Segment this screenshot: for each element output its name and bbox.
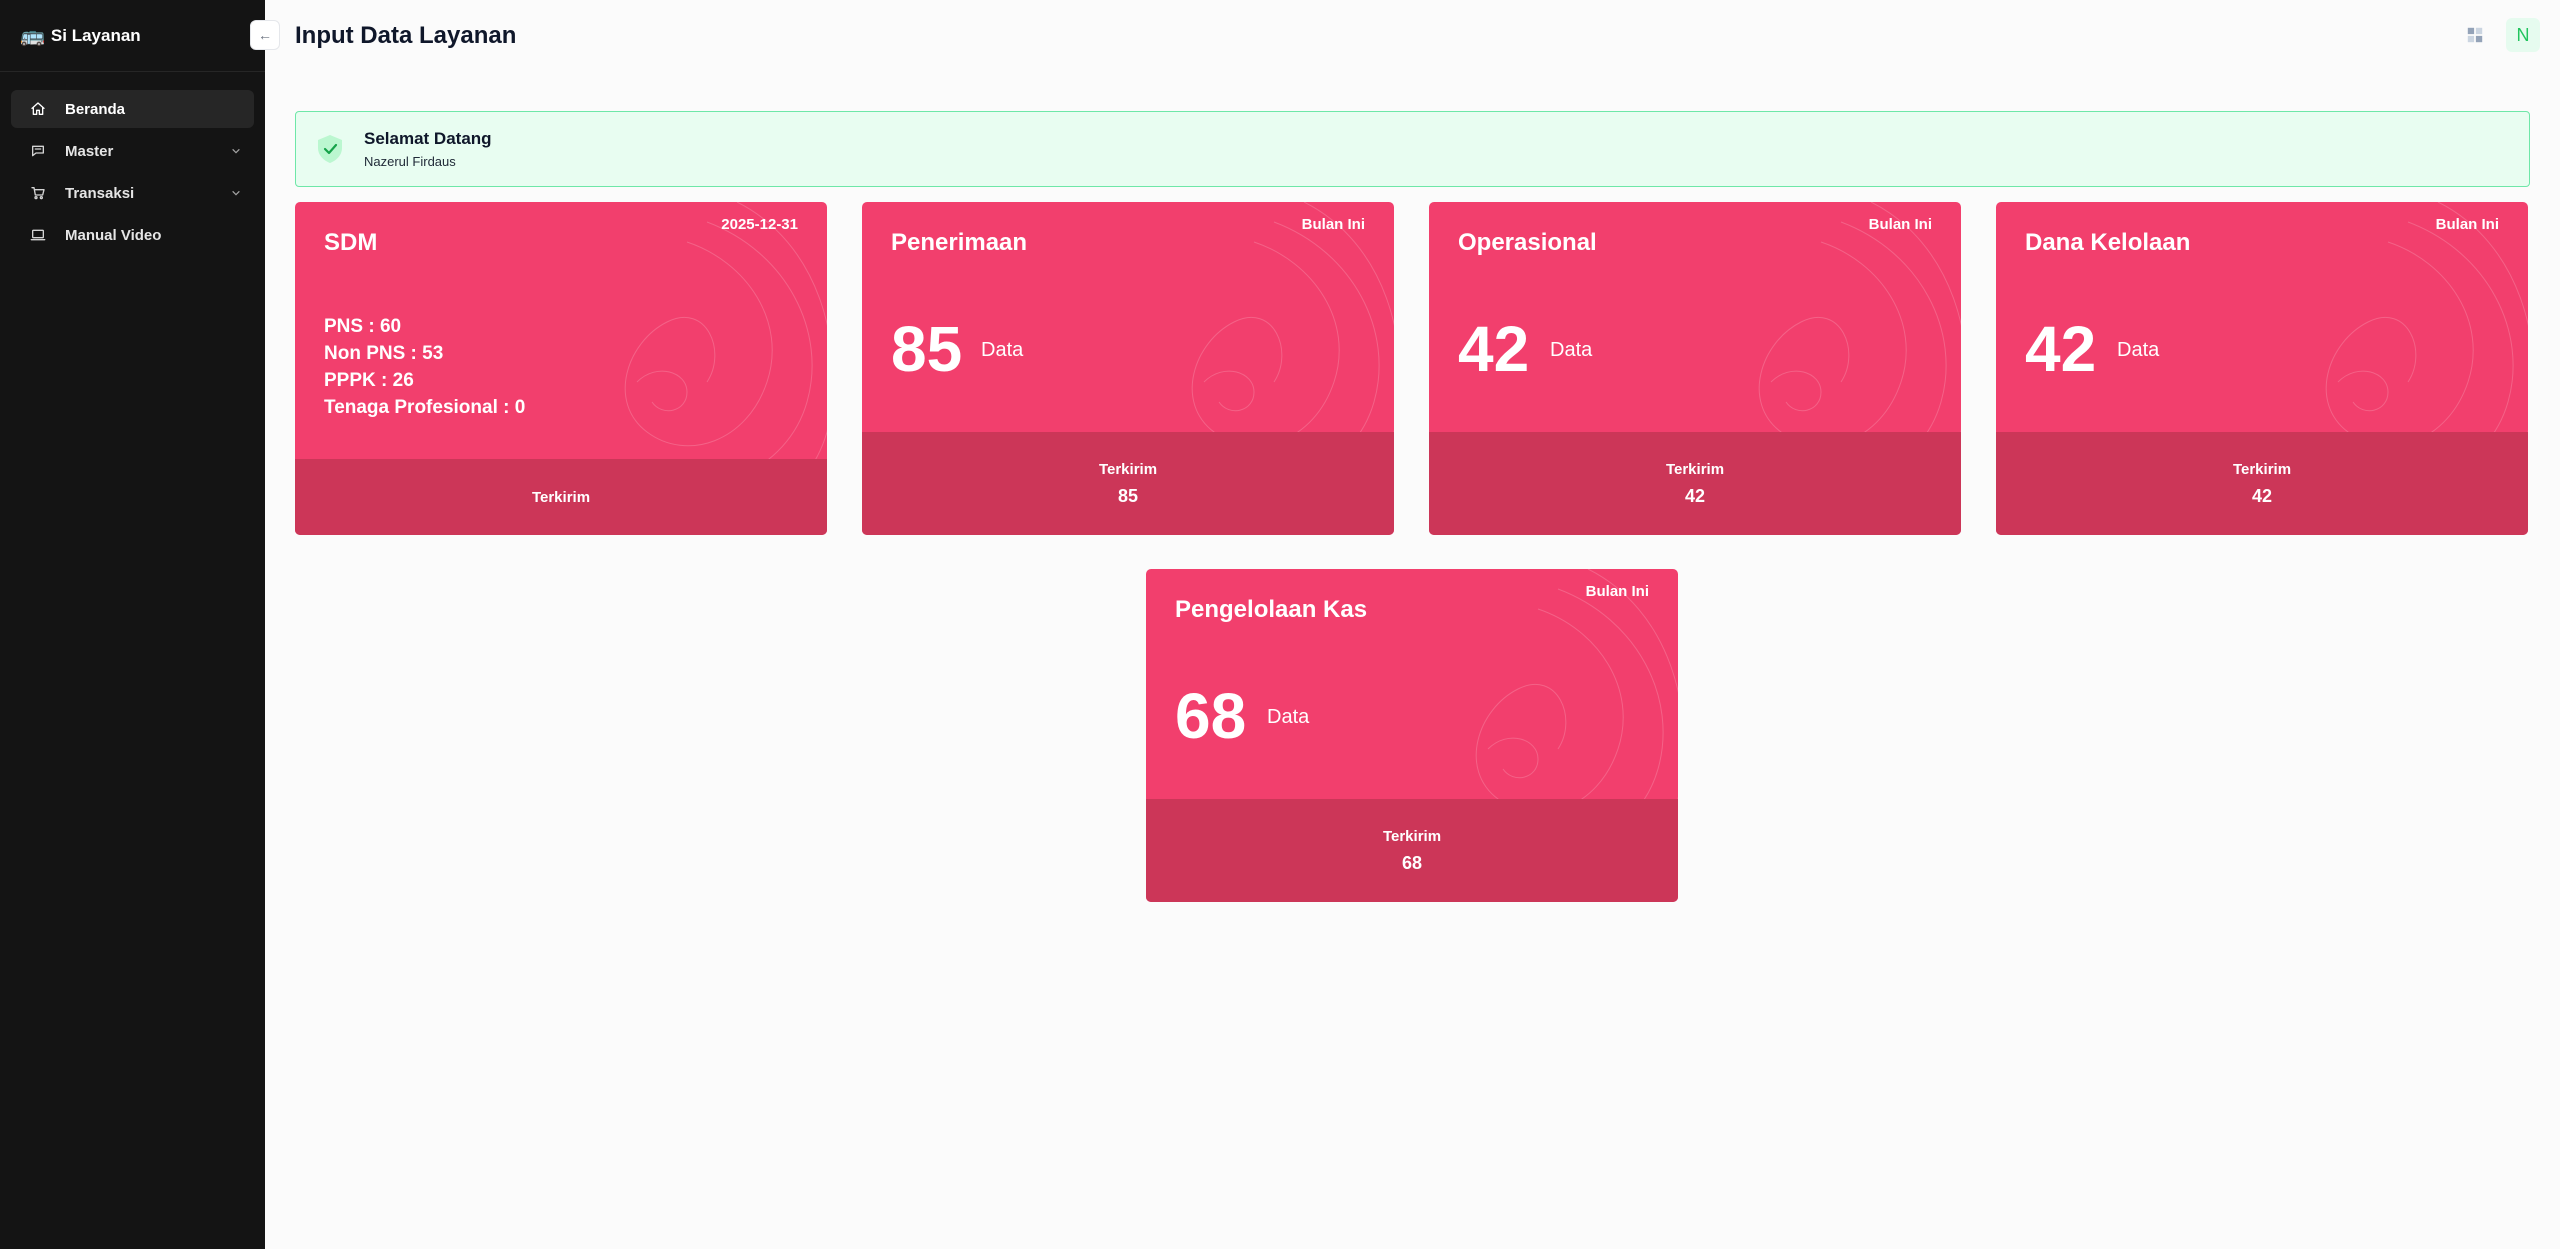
card-count: 85 (891, 313, 963, 385)
card-dana-kelolaan[interactable]: Dana Kelolaan Bulan Ini 42 Data Terkirim… (1996, 202, 2528, 535)
card-period: Bulan Ini (1585, 583, 1649, 600)
chevron-down-icon[interactable] (230, 187, 242, 199)
cart-icon (29, 184, 47, 202)
sidebar: 🚌 Si Layanan Beranda Master Transaksi Ma… (0, 0, 265, 1249)
page-title: Input Data Layanan (295, 22, 517, 49)
card-unit: Data (981, 339, 1024, 361)
footer-label: Terkirim (1382, 827, 1442, 845)
avatar[interactable]: N (2506, 18, 2540, 52)
arrow-left-icon: ← (258, 27, 272, 43)
welcome-text: Selamat Datang Nazerul Firdaus (364, 129, 492, 169)
sidebar-item-label: Beranda (65, 100, 126, 118)
card-footer: Terkirim 42 (1996, 432, 2528, 535)
apps-grid-icon[interactable] (2464, 24, 2486, 46)
sdm-pppk: PPPK : 26 (324, 370, 414, 391)
shield-check-icon (318, 135, 342, 163)
card-title: Operasional (1458, 229, 1597, 256)
card-pengelolaan-kas[interactable]: Pengelolaan Kas Bulan Ini 68 Data Terkir… (1146, 569, 1678, 902)
footer-value: 42 (2251, 485, 2273, 506)
sidebar-item-transaksi[interactable]: Transaksi (11, 174, 254, 212)
card-unit: Data (1267, 706, 1310, 728)
sidebar-item-label: Transaksi (65, 184, 135, 202)
footer-value: 68 (1401, 852, 1423, 873)
card-title: SDM (324, 229, 378, 256)
card-sdm[interactable]: SDM 2025-12-31 PNS : 60 Non PNS : 53 PPP… (295, 202, 827, 535)
card-title: Dana Kelolaan (2025, 229, 2191, 256)
footer-value: 42 (1684, 485, 1706, 506)
card-count: 42 (2025, 313, 2097, 385)
sdm-summary: PNS : 60 Non PNS : 53 PPPK : 26 Tenaga P… (324, 313, 525, 421)
card-period: Bulan Ini (2435, 216, 2499, 233)
sidebar-item-label: Master (65, 142, 114, 160)
home-icon (29, 100, 47, 118)
welcome-user: Nazerul Firdaus (364, 154, 456, 169)
sdm-non-pns: Non PNS : 53 (324, 343, 444, 364)
sdm-pns: PNS : 60 (324, 316, 402, 337)
card-penerimaan[interactable]: Penerimaan Bulan Ini 85 Data Terkirim 85 (862, 202, 1394, 535)
footer-label: Terkirim (2232, 460, 2292, 478)
card-footer: Terkirim (295, 459, 827, 535)
footer-label: Terkirim (1098, 460, 1158, 478)
card-period: 2025-12-31 (721, 216, 798, 233)
brand-name: Si Layanan (50, 25, 141, 45)
card-count: 42 (1458, 313, 1530, 385)
sidebar-item-master[interactable]: Master (11, 132, 254, 170)
footer-label: Terkirim (531, 488, 591, 506)
card-count: 68 (1175, 680, 1247, 752)
sidebar-item-manual-video[interactable]: Manual Video (11, 216, 254, 254)
bus-icon: 🚌 (20, 24, 45, 47)
card-period: Bulan Ini (1301, 216, 1365, 233)
card-title: Pengelolaan Kas (1175, 596, 1368, 623)
sidebar-nav: Beranda Master Transaksi Manual Video (0, 72, 265, 254)
chevron-down-icon[interactable] (230, 145, 242, 157)
sidebar-collapse-button[interactable]: ← (250, 20, 280, 50)
chat-icon (29, 142, 47, 160)
welcome-banner: Selamat Datang Nazerul Firdaus (295, 111, 2530, 187)
card-operasional[interactable]: Operasional Bulan Ini 42 Data Terkirim 4… (1429, 202, 1961, 535)
footer-value: 85 (1117, 485, 1139, 506)
sdm-tenaga-profesional: Tenaga Profesional : 0 (324, 397, 526, 418)
card-footer: Terkirim 68 (1146, 799, 1678, 902)
sidebar-item-beranda[interactable]: Beranda (11, 90, 254, 128)
welcome-title: Selamat Datang (364, 129, 492, 148)
header-actions: N (2464, 18, 2540, 52)
footer-label: Terkirim (1665, 460, 1725, 478)
brand[interactable]: 🚌 Si Layanan (0, 0, 265, 72)
card-unit: Data (1550, 339, 1593, 361)
card-period: Bulan Ini (1868, 216, 1932, 233)
sidebar-item-label: Manual Video (65, 226, 162, 244)
card-title: Penerimaan (891, 229, 1028, 256)
card-footer: Terkirim 85 (862, 432, 1394, 535)
card-footer: Terkirim 42 (1429, 432, 1961, 535)
card-unit: Data (2117, 339, 2160, 361)
laptop-icon (29, 226, 47, 244)
